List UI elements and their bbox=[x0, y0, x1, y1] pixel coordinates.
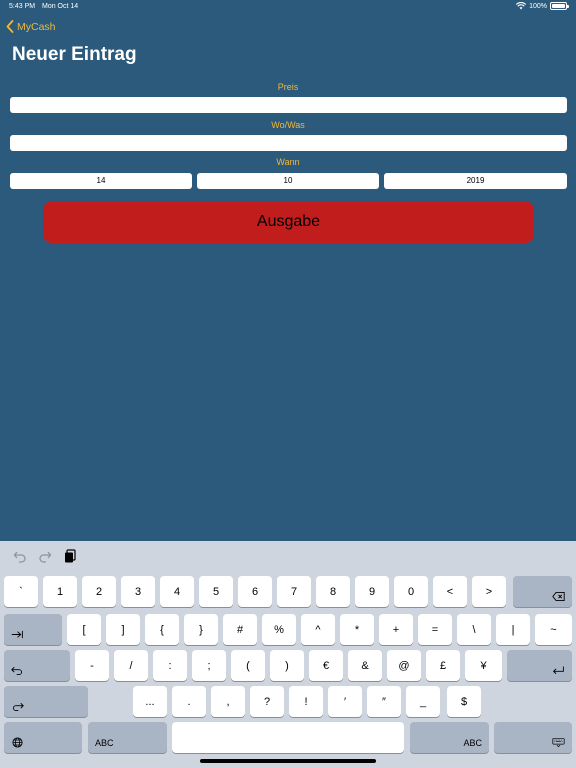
hide-keyboard-key[interactable] bbox=[494, 722, 572, 753]
space-key[interactable] bbox=[172, 722, 404, 753]
chevron-left-icon bbox=[6, 20, 14, 33]
return-icon bbox=[552, 666, 564, 675]
key-yen[interactable]: ¥ bbox=[465, 650, 502, 681]
key-caret[interactable]: ^ bbox=[301, 614, 335, 645]
undo-key[interactable] bbox=[4, 650, 70, 681]
wifi-icon bbox=[516, 2, 527, 10]
redo-icon[interactable] bbox=[38, 549, 52, 563]
key-equals[interactable]: = bbox=[418, 614, 452, 645]
redo-arrow-icon bbox=[13, 702, 24, 712]
tab-key[interactable] bbox=[4, 614, 62, 645]
key-exclamation[interactable]: ! bbox=[289, 686, 323, 717]
wann-label: Wann bbox=[276, 157, 300, 167]
key-backtick[interactable]: ` bbox=[4, 576, 38, 607]
key-7[interactable]: 7 bbox=[277, 576, 311, 607]
key-pipe[interactable]: | bbox=[496, 614, 530, 645]
status-time: 5:43 PM bbox=[9, 3, 36, 10]
backspace-icon bbox=[552, 591, 565, 602]
globe-key[interactable] bbox=[4, 722, 82, 753]
key-9[interactable]: 9 bbox=[355, 576, 389, 607]
key-period[interactable]: . bbox=[172, 686, 206, 717]
key-5[interactable]: 5 bbox=[199, 576, 233, 607]
key-colon[interactable]: : bbox=[153, 650, 187, 681]
undo-icon[interactable] bbox=[13, 549, 27, 563]
key-open-bracket[interactable]: [ bbox=[67, 614, 101, 645]
key-open-paren[interactable]: ( bbox=[231, 650, 265, 681]
key-slash[interactable]: / bbox=[114, 650, 148, 681]
undo-arrow-icon bbox=[11, 666, 22, 676]
key-backslash[interactable]: \ bbox=[457, 614, 491, 645]
redo-key[interactable] bbox=[4, 686, 88, 717]
status-date: Mon Oct 14 bbox=[42, 3, 79, 10]
key-less-than[interactable]: < bbox=[433, 576, 467, 607]
key-prime[interactable]: ′ bbox=[328, 686, 362, 717]
key-minus[interactable]: - bbox=[75, 650, 109, 681]
tab-icon bbox=[11, 630, 23, 639]
key-0[interactable]: 0 bbox=[394, 576, 428, 607]
key-double-prime[interactable]: ″ bbox=[367, 686, 401, 717]
keyboard: ` 1 2 3 4 5 6 7 8 9 0 < > [ ] { } # % ^ … bbox=[0, 541, 576, 768]
wowas-label: Wo/Was bbox=[271, 120, 305, 130]
key-asterisk[interactable]: * bbox=[340, 614, 374, 645]
key-close-paren[interactable]: ) bbox=[270, 650, 304, 681]
back-button-label: MyCash bbox=[17, 20, 56, 33]
delete-key[interactable] bbox=[513, 576, 572, 607]
preis-input[interactable] bbox=[10, 97, 567, 113]
key-4[interactable]: 4 bbox=[160, 576, 194, 607]
key-close-bracket[interactable]: ] bbox=[106, 614, 140, 645]
key-pound[interactable]: £ bbox=[426, 650, 460, 681]
day-field[interactable]: 14 bbox=[10, 173, 192, 189]
key-semicolon[interactable]: ; bbox=[192, 650, 226, 681]
status-right: 100% bbox=[516, 2, 569, 10]
key-euro[interactable]: € bbox=[309, 650, 343, 681]
key-greater-than[interactable]: > bbox=[472, 576, 506, 607]
globe-icon bbox=[12, 737, 23, 748]
battery-icon bbox=[550, 2, 569, 10]
month-field[interactable]: 10 bbox=[197, 173, 379, 189]
key-hash[interactable]: # bbox=[223, 614, 257, 645]
paste-icon[interactable] bbox=[63, 549, 77, 563]
keyboard-hide-icon bbox=[552, 738, 565, 748]
key-plus[interactable]: + bbox=[379, 614, 413, 645]
wowas-input[interactable] bbox=[10, 135, 567, 151]
key-tilde[interactable]: ~ bbox=[535, 614, 572, 645]
key-underscore[interactable]: _ bbox=[406, 686, 440, 717]
key-question[interactable]: ? bbox=[250, 686, 284, 717]
home-indicator[interactable] bbox=[200, 759, 376, 763]
key-comma[interactable]: , bbox=[211, 686, 245, 717]
key-open-brace[interactable]: { bbox=[145, 614, 179, 645]
key-close-brace[interactable]: } bbox=[184, 614, 218, 645]
keyboard-toolbar bbox=[0, 541, 576, 571]
page-title: Neuer Eintrag bbox=[12, 44, 137, 65]
key-3[interactable]: 3 bbox=[121, 576, 155, 607]
preis-label: Preis bbox=[277, 82, 299, 92]
key-2[interactable]: 2 bbox=[82, 576, 116, 607]
abc-left-key[interactable]: ABC bbox=[88, 722, 167, 753]
return-key[interactable] bbox=[507, 650, 572, 681]
key-percent[interactable]: % bbox=[262, 614, 296, 645]
key-at[interactable]: @ bbox=[387, 650, 421, 681]
back-button[interactable]: MyCash bbox=[6, 20, 56, 33]
abc-right-key[interactable]: ABC bbox=[410, 722, 489, 753]
ausgabe-button[interactable]: Ausgabe bbox=[43, 201, 534, 243]
battery-percent: 100% bbox=[529, 2, 547, 10]
year-field[interactable]: 2019 bbox=[384, 173, 567, 189]
key-dollar[interactable]: $ bbox=[447, 686, 481, 717]
key-1[interactable]: 1 bbox=[43, 576, 77, 607]
key-ampersand[interactable]: & bbox=[348, 650, 382, 681]
key-ellipsis[interactable]: ... bbox=[133, 686, 167, 717]
key-8[interactable]: 8 bbox=[316, 576, 350, 607]
status-bar: 5:43 PM Mon Oct 14 100% bbox=[0, 0, 576, 14]
key-6[interactable]: 6 bbox=[238, 576, 272, 607]
